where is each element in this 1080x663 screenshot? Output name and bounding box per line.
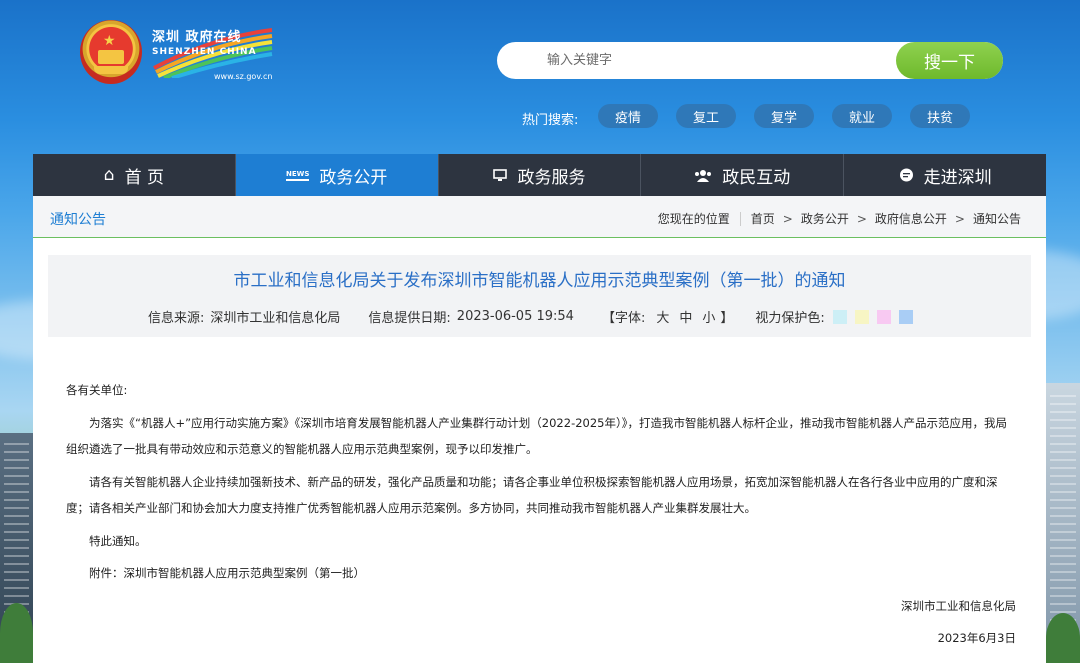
nav-label: 政务公开: [319, 167, 388, 188]
background-tree: [0, 603, 33, 663]
hot-tag-epidemic[interactable]: 疫情: [598, 104, 658, 128]
chat-icon: [899, 168, 914, 183]
users-icon: [694, 169, 712, 182]
breadcrumb-link-notices[interactable]: 通知公告: [973, 210, 1021, 227]
logo-url-text: www.sz.gov.cn: [214, 72, 273, 81]
date-label: 信息提供日期:: [368, 311, 451, 326]
nav-item-government-services[interactable]: 政务服务: [439, 154, 642, 196]
font-size-medium[interactable]: 中: [679, 307, 692, 326]
hot-tag-resume-school[interactable]: 复学: [754, 104, 814, 128]
news-icon: NEWS: [285, 170, 310, 181]
eye-color-cyan[interactable]: [832, 309, 847, 324]
hot-search-label: 热门搜索:: [522, 113, 579, 128]
salutation: 各有关单位:: [66, 383, 128, 397]
hot-tag-poverty-relief[interactable]: 扶贫: [910, 104, 970, 128]
nav-label: 走进深圳: [923, 167, 992, 188]
search-box: 搜一下: [497, 42, 1003, 79]
nav-label: 政务服务: [517, 167, 586, 188]
breadcrumb-bar: 通知公告 您现在的位置 首页 > 政务公开 > 政府信息公开 > 通知公告: [33, 196, 1046, 238]
nav-item-government-affairs[interactable]: NEWS 政务公开: [235, 154, 439, 196]
hot-tag-employment[interactable]: 就业: [832, 104, 892, 128]
national-emblem-logo: ★: [80, 20, 142, 84]
paragraph: 请各有关智能机器人企业持续加强新技术、新产品的研发，强化产品质量和功能；请各企事…: [66, 474, 998, 516]
font-size-label: 【字体:: [601, 311, 646, 326]
background-tree: [1046, 613, 1080, 663]
monitor-icon: [493, 168, 508, 182]
main-nav: ⌂ 首 页 NEWS 政务公开 政务服务 政民互动 走进深圳: [33, 154, 1046, 196]
breadcrumb-separator: >: [782, 211, 793, 226]
breadcrumb-divider: [739, 211, 741, 226]
signature-date: 2023年6月3日: [937, 631, 1016, 645]
closing-notice: 特此通知。: [89, 533, 147, 548]
date-value: 2023-06-05 19:54: [456, 309, 574, 324]
nav-item-public-interaction[interactable]: 政民互动: [641, 154, 845, 196]
hot-search-tags: 疫情 复工 复学 就业 扶贫: [598, 104, 970, 128]
article-meta: 信息来源: 深圳市工业和信息化局 信息提供日期: 2023-06-05 19:5…: [148, 307, 913, 326]
breadcrumb: 您现在的位置 首页 > 政务公开 > 政府信息公开 > 通知公告: [658, 210, 1021, 227]
paragraph: 为落实《“机器人+”应用行动实施方案》《深圳市培育发展智能机器人产业集群行动计划…: [66, 415, 1007, 457]
nav-label: 政民互动: [722, 167, 791, 188]
nav-item-about-shenzhen[interactable]: 走进深圳: [844, 154, 1046, 196]
article-title: 市工业和信息化局关于发布深圳市智能机器人应用示范典型案例（第一批）的通知: [233, 271, 846, 291]
hot-tag-resume-work[interactable]: 复工: [676, 104, 736, 128]
font-size-large[interactable]: 大: [656, 307, 669, 326]
article-body: 各有关单位: 为落实《“机器人+”应用行动实施方案》《深圳市培育发展智能机器人产…: [66, 377, 1016, 652]
breadcrumb-separator: >: [856, 211, 867, 226]
logo-english-text: SHENZHEN CHINA: [152, 47, 257, 57]
eye-color-pink[interactable]: [876, 309, 891, 324]
section-title: 通知公告: [50, 212, 106, 228]
breadcrumb-link-government-affairs[interactable]: 政务公开: [801, 210, 849, 227]
breadcrumb-link-info-disclosure[interactable]: 政府信息公开: [875, 210, 947, 227]
nav-item-home[interactable]: ⌂ 首 页: [33, 154, 236, 196]
breadcrumb-link-home[interactable]: 首页: [751, 210, 775, 227]
search-input[interactable]: [527, 42, 887, 79]
source-label: 信息来源:: [148, 311, 205, 326]
breadcrumb-separator: >: [954, 211, 965, 226]
nav-label: 首 页: [124, 167, 164, 188]
eye-color-blue[interactable]: [898, 309, 913, 324]
home-icon: ⌂: [103, 165, 115, 185]
article-header: 市工业和信息化局关于发布深圳市智能机器人应用示范典型案例（第一批）的通知 信息来…: [48, 255, 1031, 337]
signature: 深圳市工业和信息化局: [901, 598, 1016, 613]
font-size-close: 】: [720, 311, 734, 326]
site-logo[interactable]: 深圳 政府在线 SHENZHEN CHINA: [152, 26, 257, 57]
source-value: 深圳市工业和信息化局: [210, 311, 341, 326]
font-size-small[interactable]: 小: [702, 307, 715, 326]
search-button[interactable]: 搜一下: [896, 42, 1003, 79]
logo-chinese-text: 深圳 政府在线: [152, 30, 242, 45]
eye-protection-label: 视力保护色:: [755, 311, 825, 326]
eye-color-yellow[interactable]: [854, 309, 869, 324]
breadcrumb-prefix: 您现在的位置: [657, 212, 730, 226]
attachment-link[interactable]: 附件：深圳市智能机器人应用示范典型案例（第一批）: [66, 560, 1016, 587]
content-panel: 通知公告 您现在的位置 首页 > 政务公开 > 政府信息公开 > 通知公告 市工…: [33, 196, 1046, 663]
